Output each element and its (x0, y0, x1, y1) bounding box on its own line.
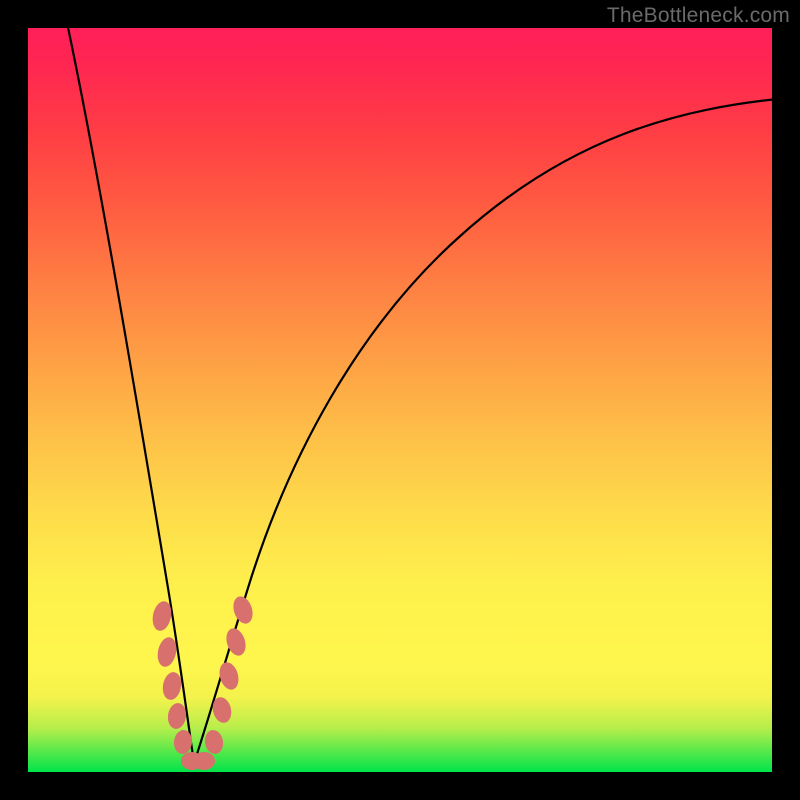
marker-dot (193, 752, 215, 770)
bottleneck-curve-right (194, 98, 788, 763)
curve-layer (28, 28, 772, 772)
marker-dot (166, 702, 187, 730)
marker-dot (216, 660, 241, 692)
marker-cluster (150, 594, 256, 770)
marker-dot (161, 671, 184, 702)
watermark-text: TheBottleneck.com (607, 4, 790, 28)
chart-frame: TheBottleneck.com (0, 0, 800, 800)
marker-dot (203, 729, 225, 756)
plot-area (28, 28, 772, 772)
marker-dot (230, 594, 256, 626)
